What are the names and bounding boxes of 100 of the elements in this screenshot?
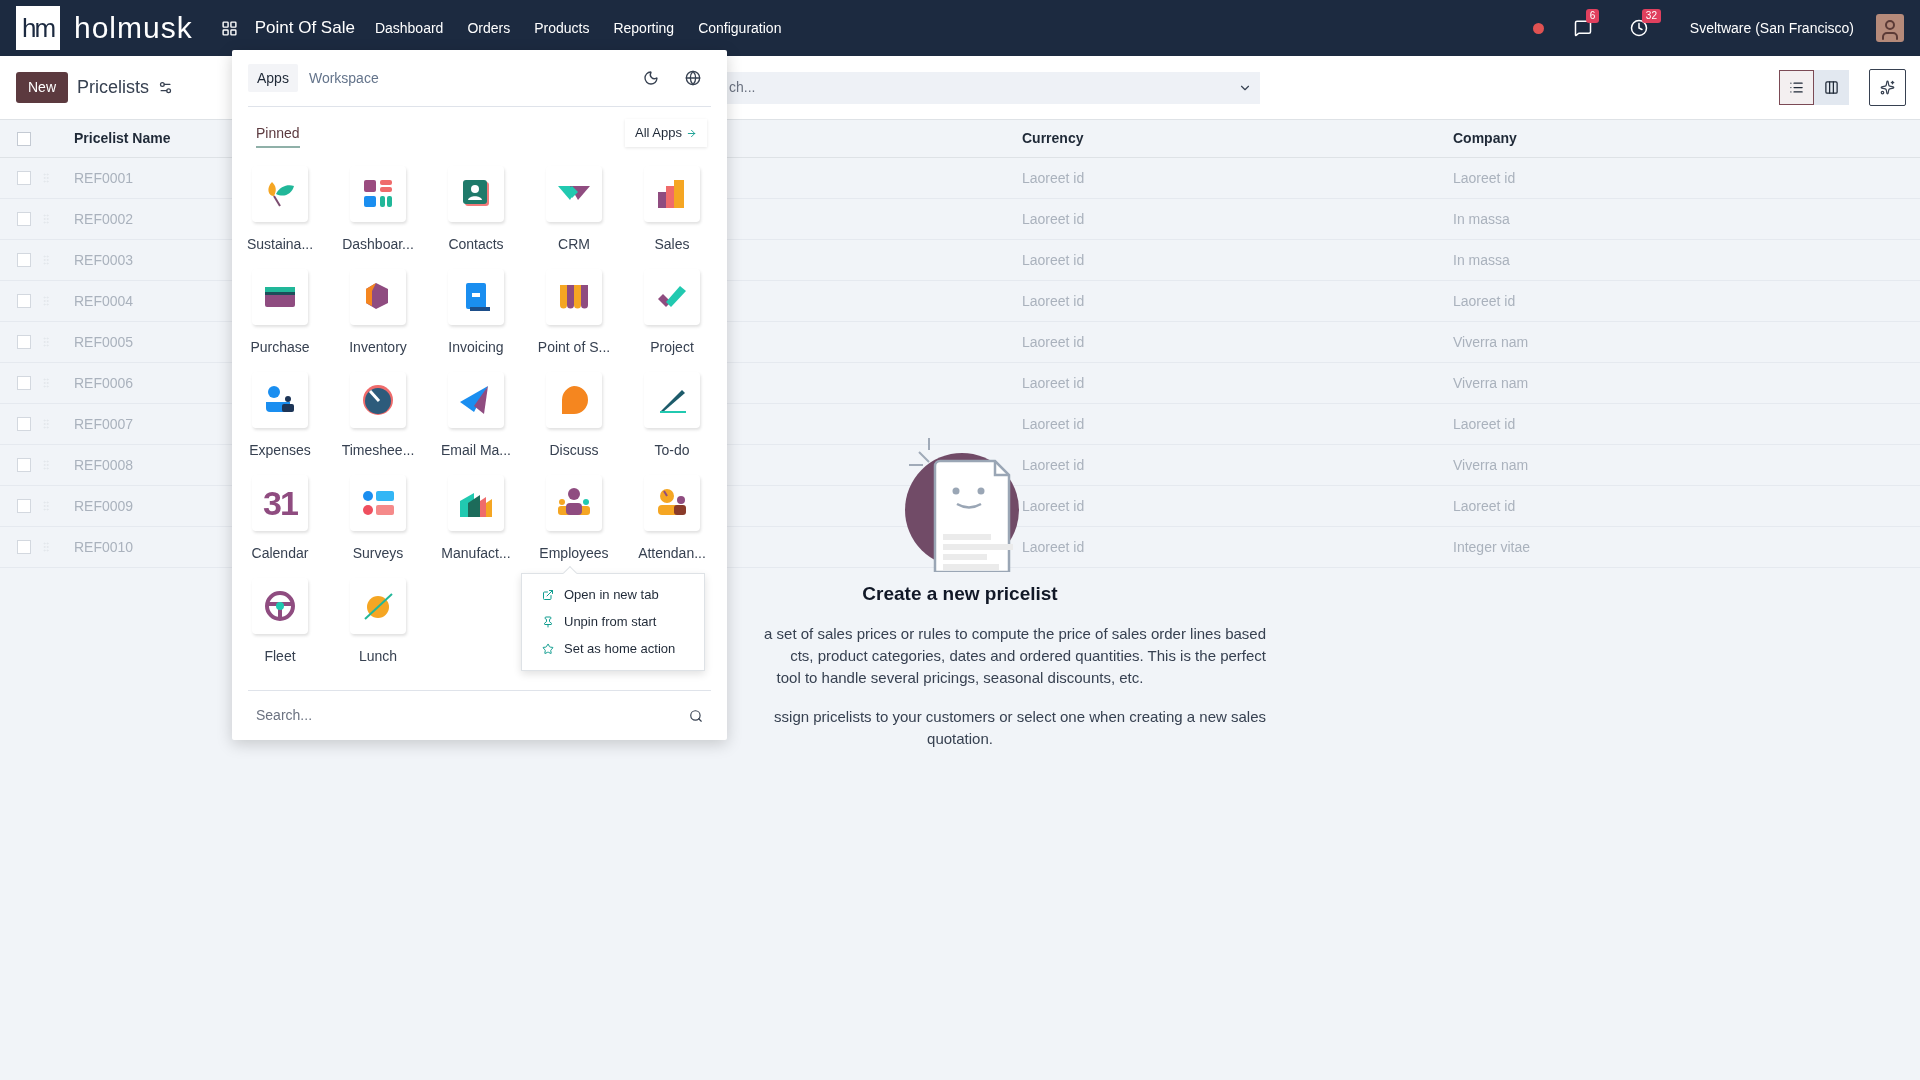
nav-link[interactable]: Configuration [686, 17, 794, 39]
context-menu-item[interactable]: Open in new tab [522, 581, 704, 609]
avatar[interactable] [1876, 14, 1904, 42]
kanban-view-button[interactable] [1814, 70, 1849, 105]
list-icon [1789, 80, 1804, 95]
table-cell: Laoreet id [1022, 374, 1085, 391]
app-button[interactable]: CRM [525, 166, 623, 269]
column-header[interactable]: Currency [1022, 128, 1453, 149]
theme-toggle-icon[interactable] [643, 70, 659, 86]
table-cell: Laoreet id [1022, 333, 1085, 350]
section-tab[interactable]: Pinned [256, 118, 300, 148]
table-cell-text: Viverra nam [1453, 455, 1529, 475]
nav-link[interactable]: Reporting [601, 17, 687, 39]
app-button[interactable]: Email Ma... [427, 372, 525, 475]
star-icon [542, 643, 554, 655]
calendar-icon: 31 [263, 486, 297, 520]
pin-icon [542, 616, 554, 628]
all-apps-button[interactable]: All Apps [625, 119, 707, 147]
app-button[interactable]: Project [623, 269, 721, 372]
ai-button[interactable] [1869, 69, 1906, 106]
sparkles-icon [1880, 80, 1895, 95]
app-button[interactable]: Contacts [427, 166, 525, 269]
empty-state-text: quotation. [927, 728, 993, 749]
app-button[interactable]: To-do [623, 372, 721, 475]
table-cell: Laoreet id [1022, 497, 1085, 514]
search-icon[interactable] [689, 708, 703, 723]
table-cell: REF0010 [74, 538, 134, 555]
table-cell-text: Viverra nam [1453, 332, 1529, 352]
menu-tab[interactable]: Apps [248, 64, 298, 92]
table-cell: REF0005 [74, 333, 134, 350]
table-cell: Laoreet id [1022, 415, 1085, 432]
notification-badge: 32 [1641, 9, 1661, 23]
table-cell: REF0002 [74, 210, 134, 227]
nav-link[interactable]: Products [522, 17, 602, 39]
company-name[interactable]: Sveltware (San Francisco) [1689, 17, 1854, 39]
context-menu-item[interactable]: Unpin from start [522, 608, 704, 636]
table-cell: Laoreet id [1022, 251, 1085, 268]
column-header[interactable]: Company [1453, 128, 1517, 149]
logo-mark: hm [16, 6, 60, 50]
app-button[interactable]: Attendan... [623, 475, 721, 578]
app-button[interactable]: Timeshee... [329, 372, 427, 475]
app-button[interactable]: Purchase [231, 269, 329, 372]
select-all-checkbox[interactable] [17, 131, 31, 146]
app-button[interactable]: Invoicing [427, 269, 525, 372]
app-grid-icon[interactable] [220, 19, 238, 37]
row-checkbox[interactable] [17, 212, 31, 226]
app-button[interactable]: Inventory [329, 269, 427, 372]
app-button[interactable]: Expenses [231, 372, 329, 475]
row-checkbox[interactable] [17, 294, 31, 308]
list-view-button[interactable] [1779, 70, 1814, 105]
table-cell-text: Integer vitae [1453, 537, 1531, 557]
clock-icon[interactable] [1629, 19, 1648, 37]
new-button[interactable]: New [16, 72, 68, 103]
table-cell: REF0008 [74, 456, 134, 473]
settings-icon[interactable] [158, 80, 174, 95]
app-button[interactable]: Dashboar... [329, 166, 427, 269]
row-checkbox[interactable] [17, 458, 31, 472]
app-button[interactable]: Point of S... [525, 269, 623, 372]
globe-icon[interactable] [685, 70, 701, 86]
table-cell-text: Viverra nam [1453, 373, 1529, 393]
empty-state-text: tool to handle several pricings, seasonal discounts, etc. [776, 667, 1144, 688]
app-button[interactable]: Sales [623, 166, 721, 269]
app-button[interactable]: Surveys [329, 475, 427, 578]
record-search-bar[interactable]: ch... [727, 71, 1260, 104]
table-cell: Laoreet id [1022, 538, 1085, 555]
notification-badge: 6 [1585, 9, 1600, 23]
table-cell: REF0003 [74, 251, 134, 268]
empty-state-text: ssign pricelists to your customers or select one when creating a new sales [774, 706, 1267, 727]
row-checkbox[interactable] [17, 499, 31, 513]
app-button[interactable]: Manufact... [427, 475, 525, 578]
table-cell: Laoreet id [1022, 456, 1085, 473]
table-cell-text: Laoreet id [1453, 291, 1516, 311]
chat-icon[interactable] [1573, 19, 1592, 37]
row-checkbox[interactable] [17, 335, 31, 349]
columns-icon [1824, 80, 1839, 95]
table-cell-text: Laoreet id [1453, 496, 1516, 516]
empty-state-text: cts, product categories, dates and ordered quantities. This is the perfect [790, 645, 1267, 666]
table-cell: Laoreet id [1022, 292, 1085, 309]
app-title[interactable]: Point Of Sale [254, 15, 355, 41]
app-button[interactable]: Lunch [329, 578, 427, 681]
menu-search-field[interactable]: Search... [248, 690, 711, 740]
app-button[interactable]: Fleet [231, 578, 329, 681]
menu-tab[interactable]: Workspace [299, 64, 388, 92]
arrow-right-icon [686, 127, 697, 139]
row-checkbox[interactable] [17, 253, 31, 267]
table-cell: REF0009 [74, 497, 134, 514]
app-button[interactable]: 31 Calendar [231, 475, 329, 578]
row-checkbox[interactable] [17, 171, 31, 185]
nav-link[interactable]: Dashboard [362, 17, 456, 39]
context-menu-item[interactable]: Set as home action [522, 635, 704, 663]
row-checkbox[interactable] [17, 376, 31, 390]
table-cell-text: Laoreet id [1453, 414, 1516, 434]
app-button[interactable]: Discuss [525, 372, 623, 475]
table-cell: Laoreet id [1022, 169, 1085, 186]
empty-state-title: Create a new pricelist [862, 582, 1058, 606]
nav-link[interactable]: Orders [455, 17, 523, 39]
app-button[interactable]: Sustaina... [231, 166, 329, 269]
row-checkbox[interactable] [17, 417, 31, 431]
row-checkbox[interactable] [17, 540, 31, 554]
empty-state-text: a set of sales prices or rules to compute the price of sales order lines based [764, 623, 1267, 644]
